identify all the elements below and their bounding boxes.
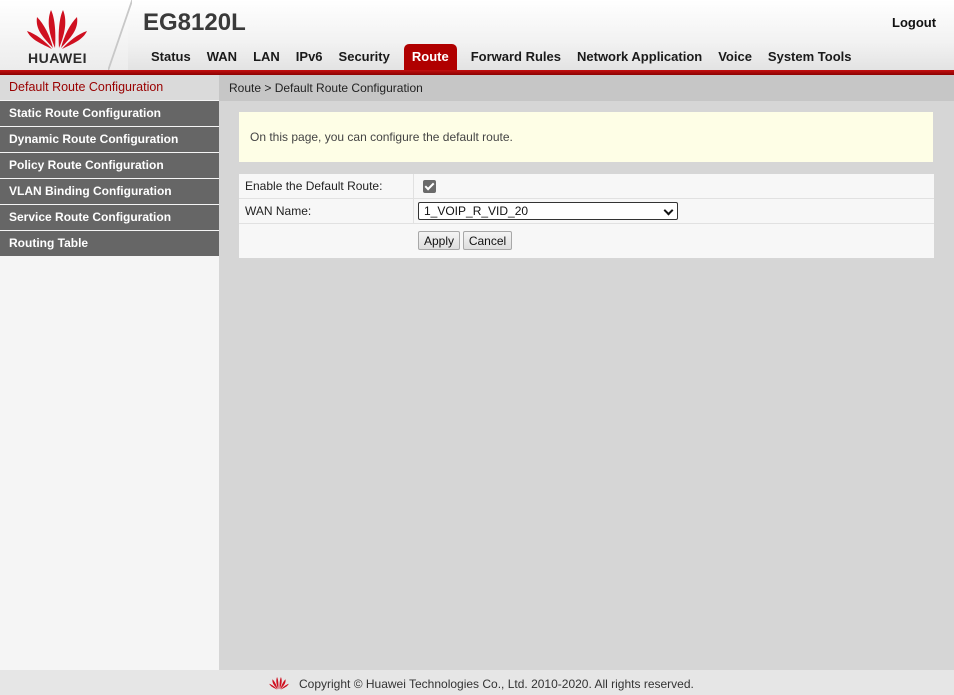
- wan-name-value: 1_VOIP_R_VID_20: [424, 204, 529, 218]
- header-divider: [108, 0, 132, 70]
- nav-tab-lan[interactable]: LAN: [245, 44, 288, 70]
- huawei-logo-icon: [269, 676, 289, 690]
- nav-tab-forward-rules[interactable]: Forward Rules: [463, 44, 569, 70]
- top-nav: Status WAN LAN IPv6 Security Route Forward Rul…: [143, 44, 859, 70]
- footer: Copyright © Huawei Technologies Co., Ltd…: [0, 670, 954, 695]
- nav-tab-security[interactable]: Security: [331, 44, 398, 70]
- enable-label: Enable the Default Route:: [245, 179, 383, 193]
- enable-row: Enable the Default Route:: [239, 174, 934, 199]
- cancel-button[interactable]: Cancel: [463, 231, 512, 250]
- nav-tab-system-tools[interactable]: System Tools: [760, 44, 860, 70]
- wan-name-select[interactable]: 1_VOIP_R_VID_20: [418, 202, 678, 220]
- breadcrumb: Route > Default Route Configuration: [219, 75, 954, 101]
- header: HUAWEI EG8120L Logout Status WAN LAN IPv6 Se…: [0, 0, 954, 70]
- default-route-form: Enable the Default Route: WAN Name: 1_VO…: [239, 174, 934, 258]
- sidebar-item-routing-table[interactable]: Routing Table: [0, 231, 219, 256]
- huawei-logo-icon: [27, 10, 87, 49]
- nav-tab-network-application[interactable]: Network Application: [569, 44, 710, 70]
- sidebar-item-static-route-configuration[interactable]: Static Route Configuration: [0, 101, 219, 126]
- nav-tab-route[interactable]: Route: [403, 44, 457, 70]
- wan-name-label: WAN Name:: [245, 204, 312, 218]
- sidebar-item-policy-route-configuration[interactable]: Policy Route Configuration: [0, 153, 219, 178]
- cell-divider: [413, 199, 414, 223]
- logo-text: HUAWEI: [28, 50, 87, 66]
- logout-link[interactable]: Logout: [892, 15, 936, 30]
- copyright-text: Copyright © Huawei Technologies Co., Ltd…: [299, 677, 694, 691]
- sidebar-item-default-route-configuration[interactable]: Default Route Configuration: [0, 75, 219, 100]
- sidebar: Default Route Configuration Static Route …: [0, 75, 219, 670]
- nav-tab-voice[interactable]: Voice: [710, 44, 760, 70]
- nav-tab-wan[interactable]: WAN: [199, 44, 245, 70]
- notice-text: On this page, you can configure the defa…: [250, 130, 513, 144]
- sidebar-item-dynamic-route-configuration[interactable]: Dynamic Route Configuration: [0, 127, 219, 152]
- nav-tab-status[interactable]: Status: [143, 44, 199, 70]
- page-notice: On this page, you can configure the defa…: [239, 112, 933, 162]
- wan-row: WAN Name: 1_VOIP_R_VID_20: [239, 199, 934, 224]
- chevron-down-icon: [663, 205, 674, 216]
- nav-tab-ipv6[interactable]: IPv6: [288, 44, 331, 70]
- sidebar-item-service-route-configuration[interactable]: Service Route Configuration: [0, 205, 219, 230]
- cell-divider: [413, 174, 414, 198]
- breadcrumb-text: Route > Default Route Configuration: [229, 81, 423, 95]
- sidebar-item-vlan-binding-configuration[interactable]: VLAN Binding Configuration: [0, 179, 219, 204]
- product-title: EG8120L: [143, 9, 246, 36]
- enable-default-route-checkbox[interactable]: [423, 180, 436, 193]
- apply-button[interactable]: Apply: [418, 231, 460, 250]
